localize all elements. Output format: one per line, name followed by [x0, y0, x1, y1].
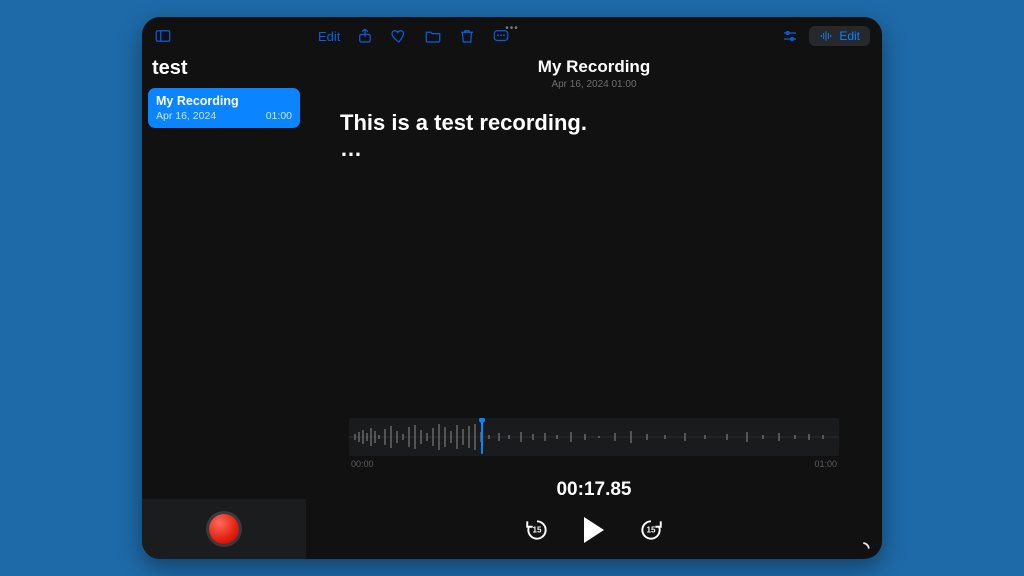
- waveform-edit-label: Edit: [839, 29, 860, 43]
- waveform-edit-button[interactable]: Edit: [809, 26, 870, 46]
- recording-item-title: My Recording: [156, 94, 292, 108]
- skip-back-button[interactable]: 15: [524, 517, 550, 543]
- current-time: 00:17.85: [556, 479, 631, 501]
- sidebar: test My Recording Apr 16, 2024 01:00: [142, 51, 306, 559]
- skip-forward-button[interactable]: 15: [638, 517, 664, 543]
- record-bar: [142, 499, 306, 559]
- recording-title[interactable]: My Recording: [538, 57, 650, 77]
- playback-controls: 15 15: [524, 517, 664, 543]
- play-button[interactable]: [584, 517, 604, 543]
- playhead-indicator[interactable]: [481, 420, 483, 454]
- folder-icon[interactable]: [424, 27, 442, 45]
- recording-item-duration: 01:00: [266, 110, 292, 122]
- skip-back-seconds: 15: [533, 526, 542, 535]
- recording-subtitle: Apr 16, 2024 01:00: [551, 79, 636, 90]
- waveform-start-time: 00:00: [351, 459, 374, 469]
- settings-sliders-icon[interactable]: [781, 27, 799, 45]
- main-panel: My Recording Apr 16, 2024 01:00 This is …: [306, 51, 882, 559]
- waveform-scrubber[interactable]: [349, 418, 839, 456]
- recording-item-date: Apr 16, 2024: [156, 110, 216, 122]
- share-icon[interactable]: [356, 27, 374, 45]
- transcript-area[interactable]: This is a test recording. …: [340, 108, 587, 155]
- sidebar-toggle-icon[interactable]: [154, 27, 172, 45]
- voice-memos-window: ••• Edit: [142, 17, 882, 559]
- folder-title: test: [142, 51, 306, 86]
- window-handle-icon[interactable]: •••: [505, 23, 519, 34]
- transcript-pending-icon: …: [340, 142, 587, 155]
- resize-handle-icon[interactable]: [858, 537, 872, 551]
- transcript-line: This is a test recording.: [340, 108, 587, 138]
- favorite-icon[interactable]: [390, 27, 408, 45]
- trash-icon[interactable]: [458, 27, 476, 45]
- sidebar-edit-button[interactable]: Edit: [318, 29, 340, 44]
- recording-list-item[interactable]: My Recording Apr 16, 2024 01:00: [148, 88, 300, 128]
- waveform-end-time: 01:00: [814, 459, 837, 469]
- skip-forward-seconds: 15: [647, 526, 656, 535]
- record-button[interactable]: [209, 514, 239, 544]
